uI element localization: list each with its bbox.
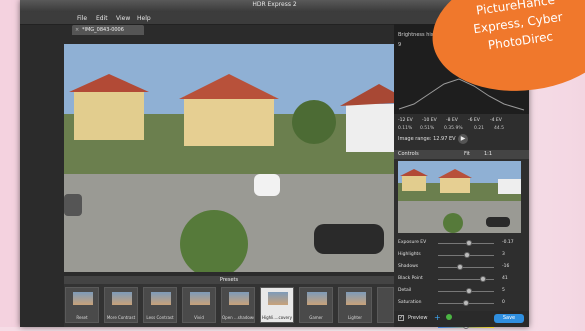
slider-knob[interactable] <box>463 300 469 306</box>
slider-knob[interactable] <box>464 252 470 258</box>
preset-label: Gamer <box>309 315 323 320</box>
preview-label: Preview <box>408 315 428 321</box>
percent-value: 0.51% <box>420 126 435 131</box>
slider-label: Detail <box>398 288 412 293</box>
image-range: Image range: 12.97 EV <box>398 136 456 142</box>
slider-value[interactable]: -0.17 <box>502 240 514 245</box>
preset-thumbnail <box>112 292 132 305</box>
preset-less-contrast[interactable]: Less Contrast <box>143 287 177 323</box>
slider-label: Black Point <box>398 276 423 281</box>
zoom-1to1-button[interactable]: 1:1 <box>484 150 492 159</box>
preset-label: Lighter <box>347 315 363 320</box>
preset-more-contrast[interactable]: More Contrast <box>104 287 138 323</box>
preset-thumbnail <box>346 292 366 305</box>
preset-lighter[interactable]: Lighter <box>338 287 372 323</box>
bottom-actions: ✓ Preview + Save <box>394 311 529 327</box>
navigator-thumbnail[interactable] <box>398 161 521 233</box>
ev-tick: -6 EV <box>468 118 480 123</box>
menu-file[interactable]: File <box>77 15 87 22</box>
preset-label: Less Contrast <box>146 315 174 320</box>
controls-header: Controls Fit 1:1 <box>394 150 529 159</box>
percent-value: 0.21 <box>474 126 485 131</box>
preset-label: Open ...shadows <box>222 315 254 320</box>
presets-panel: Presets Reset More Contrast Less Contras… <box>64 276 394 327</box>
photo-preview <box>64 44 412 272</box>
slider-detail[interactable]: Detail 5 <box>398 286 526 296</box>
percent-value: 0.35.9% <box>444 126 463 131</box>
slider-knob[interactable] <box>466 240 472 246</box>
ev-tick: -4 EV <box>490 118 502 123</box>
ev-scale: -12 EV -10 EV -8 EV -6 EV -4 EV <box>394 118 529 126</box>
image-range-label: Image range: <box>398 136 432 142</box>
menu-view[interactable]: View <box>116 15 130 22</box>
image-range-value: 12.97 EV <box>433 136 456 142</box>
slider-black-point[interactable]: Black Point 41 <box>398 274 526 284</box>
controls-title: Controls <box>398 151 419 157</box>
percent-row: 0.11% 0.51% 0.35.9% 0.21 44.5 <box>394 126 529 134</box>
preset-label: More Contrast <box>106 315 136 320</box>
preset-highlight-recovery[interactable]: Highli....covery <box>260 287 294 323</box>
preset-thumbnail <box>268 292 288 305</box>
slider-value[interactable]: 41 <box>502 276 508 281</box>
slider-knob[interactable] <box>466 288 472 294</box>
slider-knob[interactable] <box>457 264 463 270</box>
presets-title: Presets <box>64 276 394 284</box>
page-background-left <box>0 0 20 327</box>
preset-label: Reset <box>76 315 88 320</box>
percent-value: 44.5 <box>494 126 505 131</box>
preset-label: Vivid <box>194 315 204 320</box>
fit-button[interactable]: Fit <box>464 150 470 159</box>
slider-highlights[interactable]: Highlights 3 <box>398 250 526 260</box>
preset-label: Highli....covery <box>262 315 292 320</box>
preset-reset[interactable]: Reset <box>65 287 99 323</box>
ev-tick: -8 EV <box>446 118 458 123</box>
preset-thumbnail <box>190 292 210 305</box>
percent-value: 0.11% <box>398 126 413 131</box>
slider-label: Saturation <box>398 300 422 305</box>
preset-thumbnail <box>307 292 327 305</box>
ev-tick: -10 EV <box>422 118 437 123</box>
slider-saturation[interactable]: Saturation 0 <box>398 298 526 308</box>
save-button[interactable]: Save <box>494 314 524 323</box>
slider-label: Shadows <box>398 264 419 269</box>
preset-open-shadows[interactable]: Open ...shadows <box>221 287 255 323</box>
close-tab-icon[interactable]: × <box>75 25 79 35</box>
document-tab[interactable]: × *IMG_0843-0006 <box>72 25 144 35</box>
ev-tick: -12 EV <box>398 118 413 123</box>
add-icon[interactable]: + <box>434 313 441 322</box>
slider-knob[interactable] <box>480 276 486 282</box>
preset-more[interactable] <box>377 287 394 323</box>
slider-value[interactable]: 3 <box>502 252 505 257</box>
preview-checkbox[interactable]: ✓ <box>398 315 404 321</box>
preset-vivid[interactable]: Vivid <box>182 287 216 323</box>
preset-thumbnail <box>151 292 171 305</box>
image-canvas[interactable] <box>64 44 412 272</box>
document-tab-label: *IMG_0843-0006 <box>82 27 124 33</box>
menu-edit[interactable]: Edit <box>96 15 108 22</box>
slider-value[interactable]: 5 <box>502 288 505 293</box>
slider-exposure[interactable]: Exposure EV -0.17 <box>398 238 526 248</box>
thumbnail-image <box>398 161 521 233</box>
slider-label: Exposure EV <box>398 240 427 245</box>
slider-value[interactable]: 0 <box>502 300 505 305</box>
play-icon[interactable]: ▶ <box>458 134 468 144</box>
slider-shadows[interactable]: Shadows -16 <box>398 262 526 272</box>
preset-thumbnail <box>73 292 93 305</box>
preset-thumbnail <box>229 292 249 305</box>
slider-track[interactable] <box>438 267 494 268</box>
slider-value[interactable]: -16 <box>502 264 509 269</box>
menu-help[interactable]: Help <box>137 15 151 22</box>
slider-label: Highlights <box>398 252 421 257</box>
preset-gamer[interactable]: Gamer <box>299 287 333 323</box>
green-icon[interactable] <box>446 314 452 320</box>
